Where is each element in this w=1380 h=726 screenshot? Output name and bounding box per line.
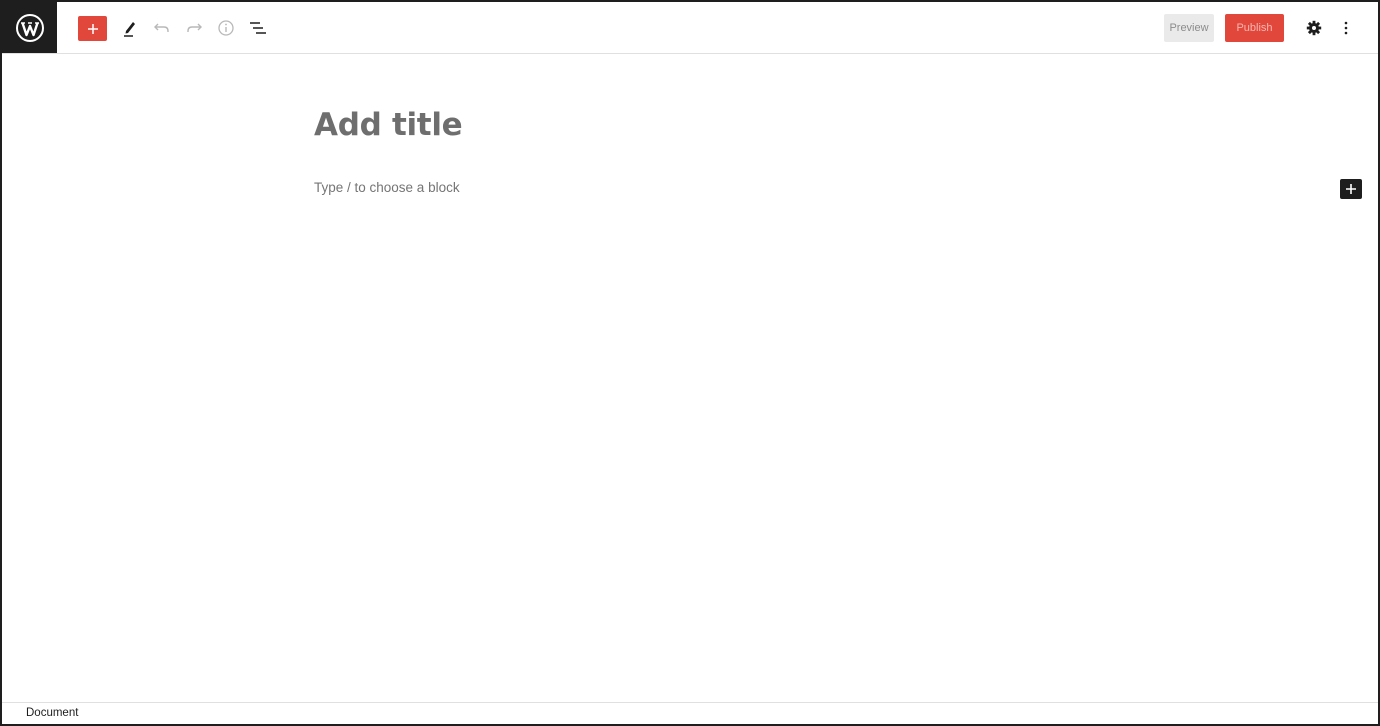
options-button[interactable] xyxy=(1334,16,1358,40)
default-block-appender[interactable]: Type / to choose a block xyxy=(314,180,460,195)
post-title-field[interactable]: Add title xyxy=(314,107,463,143)
preview-button[interactable]: Preview xyxy=(1164,14,1214,42)
block-inserter-button[interactable] xyxy=(1340,179,1362,199)
wordpress-icon[interactable] xyxy=(2,2,57,53)
plus-icon xyxy=(1346,184,1356,194)
editor-header: Preview Publish xyxy=(2,2,1378,54)
undo-button[interactable] xyxy=(149,15,175,41)
gear-icon xyxy=(1306,20,1322,36)
list-view-button[interactable] xyxy=(245,15,271,41)
details-button[interactable] xyxy=(213,15,239,41)
block-breadcrumb-bar: Document xyxy=(2,702,1378,724)
list-view-icon xyxy=(250,22,266,34)
editor-window: Preview Publish Add title Type / to choo… xyxy=(0,0,1380,726)
redo-icon xyxy=(187,23,202,32)
settings-button[interactable] xyxy=(1302,16,1326,40)
more-vertical-icon xyxy=(1344,21,1348,35)
undo-icon xyxy=(154,23,169,32)
plus-icon xyxy=(87,23,98,34)
redo-button[interactable] xyxy=(181,15,207,41)
add-block-button[interactable] xyxy=(78,16,107,41)
info-icon xyxy=(218,20,234,36)
edit-icon xyxy=(124,22,135,37)
breadcrumb-document[interactable]: Document xyxy=(26,707,78,719)
publish-button[interactable]: Publish xyxy=(1225,14,1284,42)
edit-tool-button[interactable] xyxy=(117,15,143,41)
